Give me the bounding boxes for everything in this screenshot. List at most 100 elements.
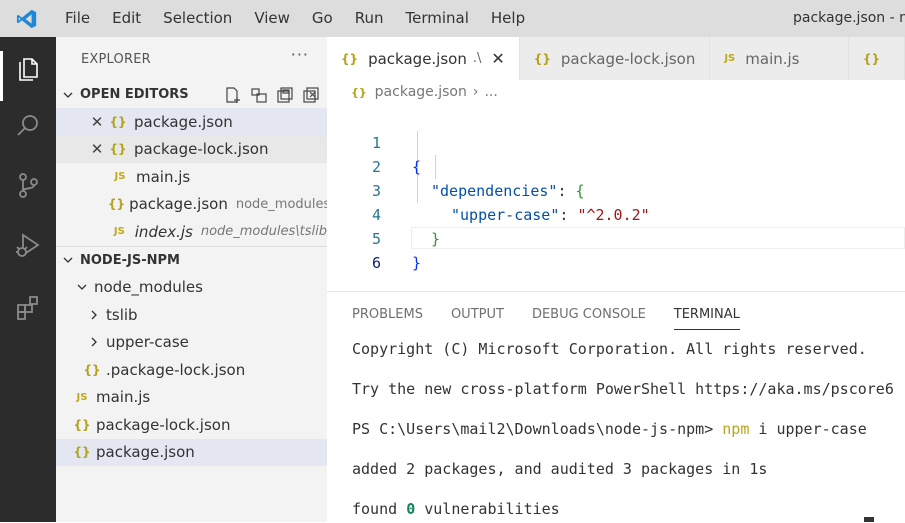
folder-item[interactable]: upper-case — [56, 329, 327, 357]
tab-overflow[interactable]: {} — [848, 37, 905, 80]
json-file-icon: {} — [109, 142, 127, 157]
folder-item[interactable]: node_modules — [56, 274, 327, 302]
code-line: 1 { — [327, 107, 905, 176]
menu-go[interactable]: Go — [301, 0, 344, 37]
project-label: NODE-JS-NPM — [80, 252, 180, 268]
folder-item[interactable]: tslib — [56, 301, 327, 329]
save-all-icon[interactable] — [275, 85, 295, 105]
search-icon[interactable] — [8, 106, 48, 146]
json-file-icon: {} — [533, 51, 551, 66]
close-icon[interactable]: ✕ — [88, 113, 106, 131]
file-name: package.json — [134, 112, 233, 131]
bottom-panel: PROBLEMS OUTPUT DEBUG CONSOLE TERMINAL C… — [327, 291, 905, 523]
code-text: } — [412, 254, 422, 272]
open-editor-item[interactable]: {} package.json node_modules\upper-case — [56, 191, 327, 219]
chevron-down-icon — [77, 284, 87, 291]
open-editors-label: OPEN EDITORS — [80, 87, 189, 102]
more-actions-icon[interactable]: ··· — [291, 45, 309, 64]
terminal-line: added 2 packages, and audited 3 packages… — [352, 460, 768, 478]
extensions-icon[interactable] — [8, 287, 48, 327]
open-editor-item[interactable]: ✕ {} package-lock.json — [56, 135, 327, 163]
tab-label: package.json — [368, 49, 467, 68]
breadcrumb-file[interactable]: package.json — [375, 84, 467, 100]
editor-tabs: {} package.json .\ ✕ {} package-lock.jso… — [327, 37, 905, 80]
explorer-header: EXPLORER ··· — [56, 37, 327, 81]
tab-debug-console[interactable]: DEBUG CONSOLE — [532, 292, 646, 336]
menu-file[interactable]: File — [54, 0, 101, 37]
tab-label: main.js — [745, 49, 800, 68]
folder-name: tslib — [106, 305, 138, 324]
js-file-icon: JS — [114, 171, 126, 183]
title-bar: File Edit Selection View Go Run Terminal… — [0, 0, 905, 37]
close-all-icon[interactable] — [301, 85, 321, 105]
tab-terminal[interactable]: TERMINAL — [673, 292, 741, 336]
code-editor[interactable]: {} package.json › ... 1 { 2 "dependencie… — [327, 80, 905, 291]
file-name: package-lock.json — [96, 415, 231, 434]
terminal-prompt: PS C:\Users\mail2\Downloads\node-js-npm> — [352, 420, 723, 438]
active-indicator — [0, 51, 3, 101]
terminal-line: found 0 vulnerabilities — [352, 500, 560, 518]
file-item[interactable]: {} package.json — [56, 438, 327, 466]
js-file-icon: JS — [76, 391, 88, 403]
breadcrumb-more[interactable]: ... — [484, 84, 497, 100]
file-name: index.js — [134, 222, 193, 241]
file-name: .package-lock.json — [106, 360, 246, 379]
activity-bar — [0, 37, 56, 522]
menu-view[interactable]: View — [243, 0, 301, 37]
menu-help[interactable]: Help — [480, 0, 536, 37]
chevron-right-icon — [91, 337, 97, 347]
project-header[interactable]: NODE-JS-NPM — [56, 245, 327, 274]
code-line: 2 "dependencies": { — [327, 131, 905, 200]
code-line: 5 } — [327, 203, 905, 272]
open-editors-header[interactable]: OPEN EDITORS — [56, 81, 327, 108]
js-file-icon: JS — [113, 226, 125, 238]
panel-tabs: PROBLEMS OUTPUT DEBUG CONSOLE TERMINAL — [327, 292, 905, 336]
tab-package-lock-json[interactable]: {} package-lock.json — [519, 37, 711, 80]
file-name: main.js — [96, 388, 151, 407]
tab-package-json[interactable]: {} package.json .\ ✕ — [327, 37, 520, 80]
json-file-icon: {} — [73, 445, 91, 460]
js-file-icon: JS — [724, 53, 736, 64]
chevron-down-icon — [63, 92, 73, 98]
terminal-command: npm — [722, 420, 750, 438]
close-icon[interactable]: ✕ — [491, 49, 504, 68]
menu-run[interactable]: Run — [344, 0, 395, 37]
menu-selection[interactable]: Selection — [152, 0, 243, 37]
tab-path: .\ — [472, 51, 482, 66]
open-editor-item[interactable]: JS index.js node_modules\tslib — [56, 218, 327, 246]
line-number: 6 — [371, 254, 381, 272]
file-item[interactable]: {} package-lock.json — [56, 411, 327, 439]
folder-name: node_modules — [94, 278, 203, 297]
close-icon[interactable]: ✕ — [88, 140, 106, 158]
explorer-icon[interactable] — [8, 47, 48, 87]
menu-edit[interactable]: Edit — [101, 0, 152, 37]
window-title: package.json - node-js-npm — [793, 10, 905, 26]
json-file-icon: {} — [862, 51, 880, 66]
json-file-icon: {} — [351, 85, 367, 99]
vscode-logo-icon — [0, 0, 54, 37]
open-editor-item[interactable]: JS main.js — [56, 163, 327, 191]
json-file-icon: {} — [108, 197, 126, 212]
json-file-icon: {} — [341, 51, 359, 66]
menu-terminal[interactable]: Terminal — [395, 0, 480, 37]
terminal-line: Try the new cross-platform PowerShell ht… — [352, 380, 894, 398]
tab-main-js[interactable]: JS main.js — [710, 37, 849, 80]
file-item[interactable]: JS main.js — [56, 384, 327, 412]
open-editor-item[interactable]: ✕ {} package.json — [56, 108, 327, 136]
new-folder-icon[interactable] — [249, 85, 269, 105]
file-name: package-lock.json — [134, 140, 269, 159]
tab-problems[interactable]: PROBLEMS — [352, 292, 423, 336]
terminal-command-line: PS C:\Users\mail2\Downloads\node-js-npm>… — [352, 420, 867, 438]
file-item[interactable]: {} .package-lock.json — [56, 356, 327, 384]
file-path: node_modules\tslib — [200, 224, 327, 240]
source-control-icon[interactable] — [8, 165, 48, 205]
json-file-icon: {} — [73, 417, 91, 432]
chevron-right-icon — [91, 310, 97, 320]
json-file-icon: {} — [83, 362, 101, 377]
new-file-icon[interactable] — [223, 85, 243, 105]
file-name: package.json — [96, 443, 195, 462]
explorer-sidebar: EXPLORER ··· OPEN EDITORS ✕ {} package.j… — [56, 37, 327, 522]
tab-output[interactable]: OUTPUT — [451, 292, 504, 336]
run-debug-icon[interactable] — [8, 225, 48, 265]
file-name: package.json — [129, 195, 228, 214]
